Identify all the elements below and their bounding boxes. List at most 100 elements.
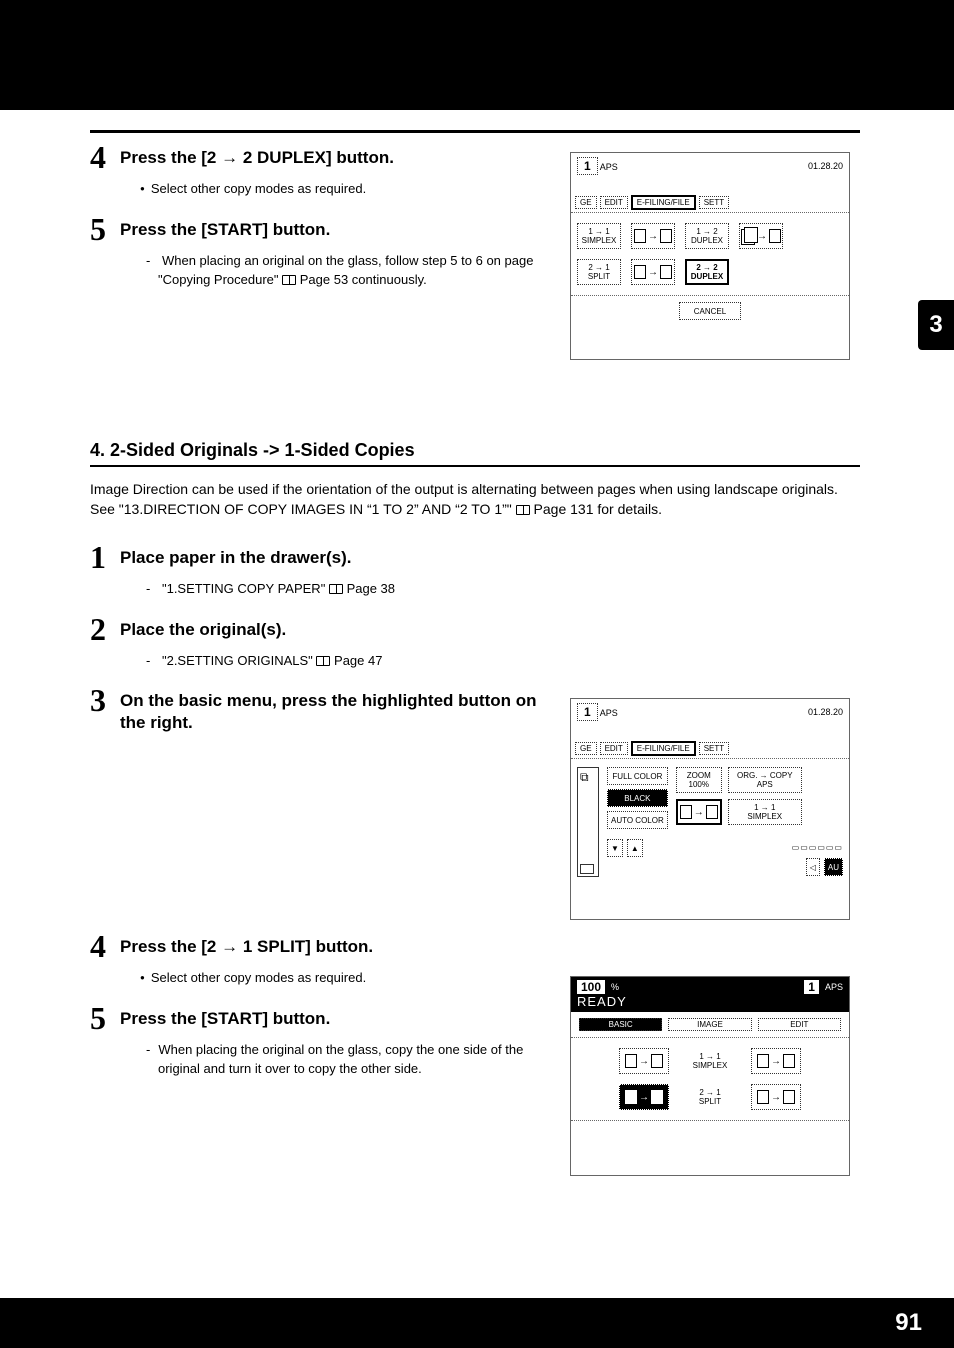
- step-number: 3: [90, 684, 120, 716]
- duplex22-label-highlight: 2 → 2 DUPLEX: [685, 259, 729, 285]
- tab-edit[interactable]: EDIT: [600, 196, 628, 209]
- duplex12-icon-button[interactable]: →: [739, 223, 783, 249]
- step-number: 4: [90, 930, 120, 962]
- para-b: Page 131 for details.: [534, 501, 662, 517]
- step-title: Press the [2 → 1 SPLIT] button.: [120, 930, 373, 958]
- para-a: Image Direction can be used if the orien…: [90, 481, 838, 517]
- fig-tabs: GE EDIT E-FILING/FILE SETT: [571, 739, 849, 759]
- fig3-titlebar: 100 % 1 APS: [577, 980, 843, 994]
- cancel-button[interactable]: CANCEL: [679, 302, 741, 320]
- tab-efiling[interactable]: E-FILING/FILE: [631, 195, 696, 210]
- step-title: Press the [START] button.: [120, 1002, 330, 1030]
- drawer-icon: ⧉: [577, 767, 599, 877]
- copy-count: 1: [804, 980, 819, 994]
- fig3-tabs: BASIC IMAGE EDIT: [571, 1012, 849, 1038]
- fig3-row-2: → 2 → 1 SPLIT →: [585, 1084, 835, 1110]
- fig-titlebar: 1 APS 01.28.20: [571, 699, 849, 725]
- book-icon: [282, 275, 296, 285]
- footer-band: 91: [0, 1298, 954, 1348]
- top-rule: [90, 130, 860, 133]
- fullcolor-button[interactable]: FULL COLOR: [607, 767, 668, 785]
- step-dash: When placing the original on the glass, …: [152, 1040, 560, 1079]
- up-button[interactable]: ▲: [627, 839, 643, 857]
- org-copy-button[interactable]: ORG. → COPY APS: [728, 767, 802, 793]
- black-button[interactable]: BLACK: [607, 789, 668, 807]
- simplex-label: 1 → 1 SIMPLEX: [728, 799, 802, 825]
- step-title-b: 2 DUPLEX] button.: [238, 148, 394, 167]
- step-dash: When placing an original on the glass, f…: [152, 251, 560, 290]
- screen-figure-basic-menu: 1 APS 01.28.20 GE EDIT E-FILING/FILE SET…: [570, 698, 850, 920]
- ready-label: READY: [577, 994, 843, 1009]
- fig-cancel-row: CANCEL: [571, 295, 849, 326]
- autocolor-button[interactable]: AUTO COLOR: [607, 811, 668, 829]
- aps-label: APS: [600, 708, 618, 718]
- step-title-a: Press the [2: [120, 148, 221, 167]
- dash-text-a: "1.SETTING COPY PAPER": [162, 581, 329, 596]
- step-title: Place paper in the drawer(s).: [120, 541, 351, 569]
- screen-figure-duplex: 1 APS 01.28.20 GE EDIT E-FILING/FILE SET…: [570, 152, 850, 360]
- s2-step1-body: "1.SETTING COPY PAPER" Page 38: [140, 579, 860, 599]
- aps-label: APS: [825, 982, 843, 992]
- pct-symbol: %: [611, 982, 619, 992]
- step-number: 5: [90, 213, 120, 245]
- clock-text: 01.28.20: [808, 161, 843, 171]
- dash-text-b: Page 47: [334, 653, 382, 668]
- fig-titlebar: 1 APS 01.28.20: [571, 153, 849, 179]
- header-band: [0, 0, 954, 110]
- dash-text-b: Page 53 continuously.: [300, 272, 427, 287]
- tab-efiling[interactable]: E-FILING/FILE: [631, 741, 696, 756]
- step-title: Press the [START] button.: [120, 213, 330, 241]
- simplex-label: 1 → 1 SIMPLEX: [685, 1052, 735, 1070]
- duplex12-label: 1 → 2 DUPLEX: [685, 223, 729, 249]
- zoom-button[interactable]: ZOOM 100%: [676, 767, 722, 793]
- page-content: 4 Press the [2 → 2 DUPLEX] button. Selec…: [90, 130, 860, 1093]
- split-label: 2 → 1 SPLIT: [685, 1088, 735, 1106]
- tab-edit[interactable]: EDIT: [600, 742, 628, 755]
- step-5-body: When placing an original on the glass, f…: [140, 251, 560, 290]
- simplex-icon-button[interactable]: →: [631, 223, 675, 249]
- s2-step1-header: 1 Place paper in the drawer(s).: [90, 541, 860, 573]
- simplex-icon-button[interactable]: →: [619, 1048, 669, 1074]
- simplex-highlight-button[interactable]: →: [676, 799, 722, 825]
- au-button[interactable]: AU: [824, 858, 843, 876]
- down-button[interactable]: ▼: [607, 839, 623, 857]
- split-icon-button[interactable]: →: [631, 259, 675, 285]
- arrow-icon: →: [221, 937, 238, 956]
- clear-button[interactable]: ◁: [806, 858, 820, 876]
- tab-ge[interactable]: GE: [575, 742, 597, 755]
- screen-figure-split: 100 % 1 APS READY BASIC IMAGE EDIT → 1 →…: [570, 976, 850, 1176]
- s2-step5-body: When placing the original on the glass, …: [140, 1040, 560, 1079]
- s2-step4-header: 4 Press the [2 → 1 SPLIT] button.: [90, 930, 860, 962]
- duplex22-icon-button[interactable]: →: [751, 1084, 801, 1110]
- s2-step2-header: 2 Place the original(s).: [90, 613, 860, 645]
- section-intro: Image Direction can be used if the orien…: [90, 479, 860, 520]
- split-icon-button-highlight[interactable]: →: [619, 1084, 669, 1110]
- tab-image[interactable]: IMAGE: [668, 1018, 751, 1031]
- fig-tabs: GE EDIT E-FILING/FILE SETT: [571, 193, 849, 213]
- section-rule: [90, 465, 860, 467]
- step-title: Press the [2 → 2 DUPLEX] button.: [120, 141, 394, 169]
- tab-sett[interactable]: SETT: [699, 742, 729, 755]
- step-number: 4: [90, 141, 120, 173]
- tab-ge[interactable]: GE: [575, 196, 597, 209]
- tab-sett[interactable]: SETT: [699, 196, 729, 209]
- page-number: 91: [895, 1309, 922, 1337]
- book-icon: [516, 505, 530, 515]
- tab-basic[interactable]: BASIC: [579, 1018, 662, 1031]
- fig-row-1: 1 → 1 SIMPLEX → 1 → 2 DUPLEX →: [577, 223, 843, 249]
- step-title-b: 1 SPLIT] button.: [238, 937, 373, 956]
- fig-row-2: 2 → 1 SPLIT → 2 → 2 DUPLEX: [577, 259, 843, 285]
- split-label: 2 → 1 SPLIT: [577, 259, 621, 285]
- tab-edit[interactable]: EDIT: [758, 1018, 841, 1031]
- clock-text: 01.28.20: [808, 707, 843, 717]
- step-dash: "1.SETTING COPY PAPER" Page 38: [152, 579, 860, 599]
- book-icon: [316, 656, 330, 666]
- copy-count: 1: [577, 157, 598, 175]
- dash-text-a: "2.SETTING ORIGINALS": [162, 653, 316, 668]
- duplex12-icon-button[interactable]: →: [751, 1048, 801, 1074]
- simplex-label: 1 → 1 SIMPLEX: [577, 223, 621, 249]
- step-number: 5: [90, 1002, 120, 1034]
- fig-body: ⧉ FULL COLOR BLACK AUTO COLOR ▼ ▲ ZOOM 1…: [571, 759, 849, 885]
- dash-text-b: Page 38: [347, 581, 395, 596]
- step-number: 1: [90, 541, 120, 573]
